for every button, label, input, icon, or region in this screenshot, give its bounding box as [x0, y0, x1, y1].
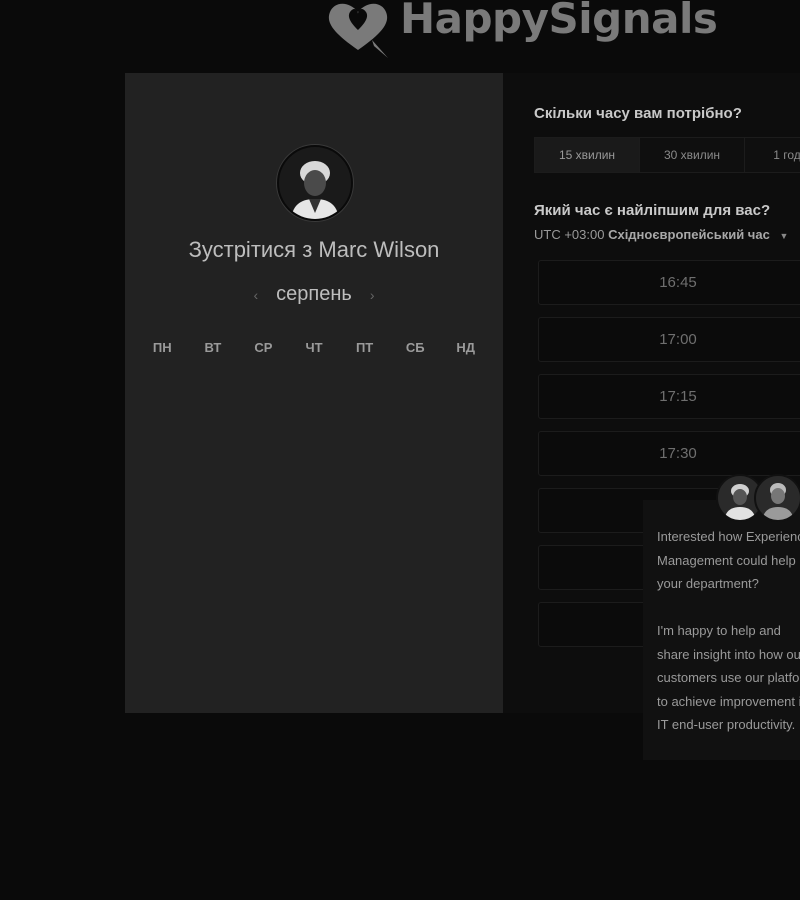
person-icon: [756, 476, 800, 520]
chat-message: Interested how Experience Management cou…: [657, 525, 800, 737]
duration-1-hour-tab[interactable]: 1 година: [745, 138, 800, 172]
host-avatar: [277, 145, 353, 221]
chat-avatars[interactable]: [716, 474, 800, 522]
time-slot[interactable]: 16:45: [538, 260, 800, 305]
weekday-thu: ЧТ: [305, 340, 323, 355]
time-slot[interactable]: 17:00: [538, 317, 800, 362]
chat-popup[interactable]: Interested how Experience Management cou…: [643, 500, 800, 760]
calendar-panel: Зустрітися з Marc Wilson ‹ серпень › ПН …: [125, 73, 503, 713]
host-title: Зустрітися з Marc Wilson: [188, 237, 440, 262]
weekday-fri: ПТ: [355, 340, 374, 355]
weekday-sun: НД: [456, 340, 476, 355]
month-label: серпень: [276, 283, 352, 305]
timezone-name: Східноєвропейський час: [608, 227, 770, 242]
page: HappySignals Зустрітися з Marc Wilson ‹ …: [0, 0, 800, 900]
time-question: Який час є найліпшим для вас?: [534, 202, 771, 219]
weekday-wed: СР: [254, 340, 273, 355]
weekday-sat: СБ: [405, 340, 425, 355]
duration-selector: 15 хвилин 30 хвилин 1 година: [534, 137, 800, 173]
weekday-mon: ПН: [152, 340, 172, 355]
caret-down-icon: ▼: [779, 231, 789, 241]
month-navigation: ‹ серпень ›: [125, 283, 503, 306]
chevron-right-icon[interactable]: ›: [370, 287, 375, 303]
timezone-offset: UTC +03:00: [534, 227, 605, 242]
agent-avatar: [754, 474, 800, 522]
chevron-left-icon[interactable]: ‹: [253, 287, 258, 303]
timezone-selector[interactable]: UTC +03:00 Східноєвропейський час ▼: [534, 227, 788, 242]
time-slot[interactable]: 17:15: [538, 374, 800, 419]
duration-30-min-tab[interactable]: 30 хвилин: [640, 138, 745, 172]
person-icon: [279, 147, 351, 219]
chat-message-intro: Interested how Experience Management cou…: [657, 529, 800, 591]
chat-message-body: I'm happy to help and share insight into…: [657, 623, 800, 732]
time-slot[interactable]: 17:30: [538, 431, 800, 476]
duration-15-min-tab[interactable]: 15 хвилин: [535, 138, 640, 172]
duration-question: Скільки часу вам потрібно?: [534, 105, 742, 122]
brand-name: HappySignals: [400, 0, 718, 43]
weekday-tue: ВТ: [204, 340, 222, 355]
heart-speech-bubble-icon: [328, 3, 388, 58]
happysignals-logo[interactable]: HappySignals: [322, 0, 718, 60]
weekday-header: ПН ВТ СР ЧТ ПТ СБ НД: [125, 340, 503, 355]
